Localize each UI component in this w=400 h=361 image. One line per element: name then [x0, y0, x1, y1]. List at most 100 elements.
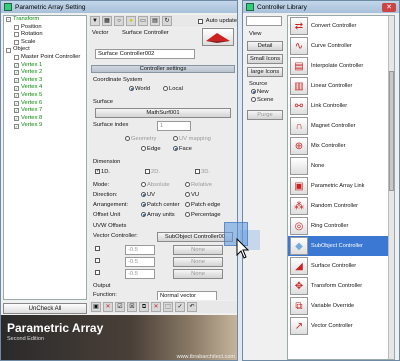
undo-icon[interactable]: ↶ — [187, 302, 197, 312]
arr-patch-edge-radio[interactable]: Patch edge — [185, 202, 220, 208]
checkbox-icon[interactable]: ✓ — [95, 169, 100, 174]
radio-icon[interactable] — [185, 192, 190, 197]
list-scrollbar[interactable] — [388, 16, 394, 359]
checkbox-icon[interactable]: ✓ — [14, 108, 19, 114]
coord-world-radio[interactable]: World — [129, 86, 150, 92]
offset-value-field[interactable]: -0.5 — [125, 245, 155, 255]
layer-tree[interactable]: − Transform Position Rotation Scale Object Mas… — [3, 15, 87, 300]
offset-controller-button[interactable]: None — [173, 245, 223, 255]
tree-node[interactable]: Position — [4, 24, 86, 32]
scrollbar-thumb[interactable] — [389, 71, 394, 191]
radio-icon[interactable] — [251, 97, 256, 102]
uncheck-all-button[interactable]: UnCheck All — [3, 303, 87, 314]
coord-local-radio[interactable]: Local — [163, 86, 183, 92]
controller-settings-header[interactable]: Controller settings — [91, 65, 235, 73]
checkbox-icon[interactable]: ✓ — [14, 78, 19, 84]
radio-icon[interactable] — [141, 182, 146, 187]
controller-list-item[interactable]: ▣ Parametric Array Link — [288, 176, 394, 196]
radio-icon[interactable] — [251, 89, 256, 94]
tree-node[interactable]: ✓ Vertex 5 — [4, 92, 86, 100]
checkbox-icon[interactable] — [197, 18, 203, 24]
geometry-radio[interactable]: Geometry — [125, 136, 156, 142]
ellipse-icon[interactable]: ○ — [114, 16, 124, 26]
tree-node[interactable]: − Transform — [4, 16, 86, 24]
checkbox-icon[interactable] — [14, 40, 19, 46]
radio-icon[interactable] — [125, 136, 130, 141]
radio-icon[interactable] — [173, 136, 178, 141]
filter-icon[interactable]: ▼ — [90, 16, 100, 26]
controller-list-item[interactable]: ✥ Transform Controller — [288, 276, 394, 296]
detail-button[interactable]: Detail — [247, 41, 283, 51]
surface-pick-button[interactable]: MathSurf001 — [95, 108, 231, 118]
controller-list[interactable]: ⇄ Convert Controller ∿ Curve Controller ▤ Int… — [287, 15, 395, 360]
star-icon[interactable]: ● — [126, 16, 136, 26]
checkbox-icon[interactable] — [95, 258, 100, 263]
controller-list-item[interactable]: ◆ SubObject Controller — [288, 236, 394, 256]
off-array-units-radio[interactable]: Array units — [141, 212, 175, 218]
small-icons-button[interactable]: Small Icons — [247, 54, 283, 64]
tree-node[interactable]: ✓ Vertex 7 — [4, 107, 86, 115]
tree-node[interactable]: Scale — [4, 39, 86, 47]
checkbox-icon[interactable]: ✓ — [14, 116, 19, 122]
large-icons-button[interactable]: large Icons — [247, 67, 283, 77]
offset-controller-button[interactable]: None — [173, 269, 223, 279]
table-icon[interactable]: ▦ — [102, 16, 112, 26]
radio-icon[interactable] — [141, 202, 146, 207]
controller-preview-icon[interactable] — [202, 28, 234, 46]
check-icon[interactable]: ☑ — [115, 302, 125, 312]
source-new-radio[interactable]: New — [251, 89, 269, 95]
select-icon[interactable]: ▣ — [91, 302, 101, 312]
edge-radio[interactable]: Edge — [141, 146, 161, 152]
checkbox-icon[interactable]: ✓ — [14, 70, 19, 76]
controller-list-item[interactable]: ⇄ Convert Controller — [288, 16, 394, 36]
checkbox-icon[interactable] — [195, 169, 200, 174]
radio-icon[interactable] — [185, 212, 190, 217]
auto-update-checkbox[interactable]: Auto update — [197, 18, 237, 24]
controller-list-item[interactable]: ⁂ Random Controller — [288, 196, 394, 216]
checkbox-icon[interactable] — [95, 270, 100, 275]
controller-name-field[interactable]: Surface Controller002 — [95, 49, 195, 59]
controller-list-item[interactable]: ◎ Ring Controller — [288, 216, 394, 236]
radio-icon[interactable] — [163, 86, 168, 91]
refresh-icon[interactable]: ↻ — [162, 16, 172, 26]
apply-icon[interactable]: ✓ — [175, 302, 185, 312]
tree-node[interactable]: ✓ Vertex 9 — [4, 122, 86, 130]
tree-node[interactable]: Master Point Controller — [4, 54, 86, 62]
dim-2d-checkbox[interactable]: 2D. — [145, 169, 160, 175]
dim-1d-checkbox[interactable]: ✓1D. — [95, 169, 110, 175]
checkbox-icon[interactable]: ✓ — [14, 123, 19, 129]
library-search-input[interactable] — [246, 16, 282, 26]
radio-icon[interactable] — [141, 146, 146, 151]
checkbox-icon[interactable]: ✓ — [14, 85, 19, 91]
controller-list-item[interactable]: ⧉ Variable Override — [288, 296, 394, 316]
off-percentage-radio[interactable]: Percentage — [185, 212, 221, 218]
offset-controller-button[interactable]: None — [173, 257, 223, 267]
offset-value-field[interactable]: -0.5 — [125, 257, 155, 267]
radio-icon[interactable] — [185, 202, 190, 207]
controller-list-item[interactable]: ▤ Interpolate Controller — [288, 56, 394, 76]
shape-icon[interactable]: ▭ — [138, 16, 148, 26]
tree-node[interactable]: ✓ Vertex 2 — [4, 69, 86, 77]
banner-url[interactable]: www.tbrabarchitect.com — [177, 354, 235, 360]
face-radio[interactable]: Face — [173, 146, 192, 152]
cut-icon[interactable]: ✕ — [151, 302, 161, 312]
tree-node[interactable]: ✓ Vertex 3 — [4, 77, 86, 85]
grid-icon[interactable]: ▤ — [150, 16, 160, 26]
radio-icon[interactable] — [129, 86, 134, 91]
radio-icon[interactable] — [185, 182, 190, 187]
controller-list-item[interactable]: ∿ Curve Controller — [288, 36, 394, 56]
checkbox-icon[interactable] — [6, 47, 11, 53]
uncheck-icon[interactable]: ☒ — [127, 302, 137, 312]
copy-icon[interactable]: ⧉ — [139, 302, 149, 312]
controller-list-item[interactable]: None — [288, 156, 394, 176]
offset-checkbox[interactable] — [95, 258, 101, 264]
uv-mapping-radio[interactable]: UV mapping — [173, 136, 211, 142]
tree-node[interactable]: ✓ Vertex 4 — [4, 84, 86, 92]
paste-icon[interactable]: ⬚ — [163, 302, 173, 312]
function-select[interactable]: Normal vector — [157, 291, 217, 300]
controller-list-item[interactable]: ◢ Surface Controller — [288, 256, 394, 276]
arr-patch-center-radio[interactable]: Patch center — [141, 202, 180, 208]
checkbox-icon[interactable]: ✓ — [14, 93, 19, 99]
radio-icon[interactable] — [141, 192, 146, 197]
delete-icon[interactable]: ✕ — [103, 302, 113, 312]
